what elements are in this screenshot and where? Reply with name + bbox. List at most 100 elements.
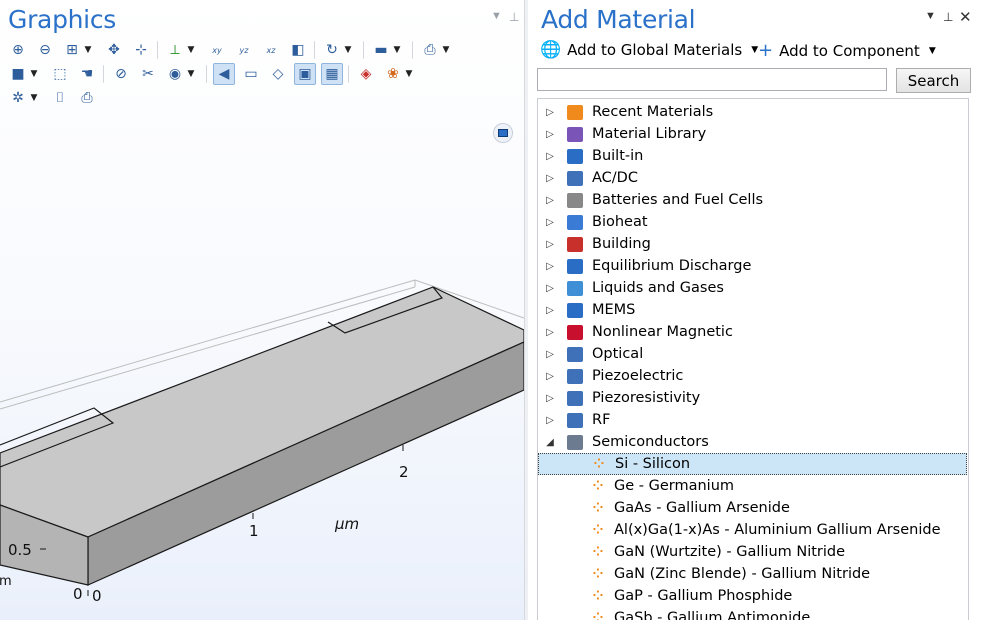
- tree-item[interactable]: ▷ Built-in: [538, 145, 967, 167]
- views-icon[interactable]: ▬: [370, 39, 392, 61]
- axis-orientation-icon[interactable]: ⟂: [164, 39, 186, 61]
- show-icon[interactable]: ◉: [164, 63, 186, 85]
- material-item[interactable]: ⁘ GaN (Zinc Blende) - Gallium Nitride: [538, 563, 967, 585]
- view-xy-icon[interactable]: xy: [206, 39, 228, 61]
- optical-icon: [566, 346, 584, 362]
- add-to-component-button[interactable]: + Add to Component ▼: [758, 40, 936, 61]
- expand-arrow-icon[interactable]: ▷: [542, 371, 558, 382]
- acdc-icon: [566, 170, 584, 186]
- reset-view-icon[interactable]: ↻: [321, 39, 343, 61]
- material-item[interactable]: ⁘ Ge - Germanium: [538, 475, 967, 497]
- tree-item[interactable]: ▷ Nonlinear Magnetic: [538, 321, 967, 343]
- select-mode-icon[interactable]: ■: [7, 63, 29, 85]
- view-yz-icon[interactable]: yz: [233, 39, 255, 61]
- tree-item[interactable]: ▷ Liquids and Gases: [538, 277, 967, 299]
- zoom-out-icon[interactable]: ⊖: [34, 39, 56, 61]
- color-dropdown-arrow[interactable]: ▼: [404, 63, 414, 85]
- graphics-menu-arrow[interactable]: ▼: [491, 10, 502, 22]
- tree-item[interactable]: ▷ Piezoelectric: [538, 365, 967, 387]
- rf-icon: [566, 412, 584, 428]
- zoom-extents-icon[interactable]: ✥: [103, 39, 125, 61]
- graphics-pin-icon[interactable]: ⊥: [509, 10, 519, 24]
- go-to-view-icon[interactable]: ◧: [287, 39, 309, 61]
- tree-item[interactable]: ▷ Equilibrium Discharge: [538, 255, 967, 277]
- tree-item[interactable]: ▷ Recent Materials: [538, 101, 967, 123]
- expand-arrow-icon[interactable]: ▷: [542, 305, 558, 316]
- search-input[interactable]: [537, 68, 887, 91]
- add-material-pin-icon[interactable]: ⊥: [943, 10, 953, 24]
- expand-arrow-icon[interactable]: ▷: [542, 107, 558, 118]
- tree-item[interactable]: ▷ Piezoresistivity: [538, 387, 967, 409]
- material-item[interactable]: ⁘ Si - Silicon: [538, 453, 967, 475]
- zoom-dropdown-arrow[interactable]: ▼: [83, 39, 93, 61]
- expand-arrow-icon[interactable]: ▷: [542, 261, 558, 272]
- select-mode-dropdown-arrow[interactable]: ▼: [29, 63, 39, 85]
- material-item[interactable]: ⁘ GaN (Wurtzite) - Gallium Nitride: [538, 541, 967, 563]
- tree-item[interactable]: ▷ Bioheat: [538, 211, 967, 233]
- expand-arrow-icon[interactable]: ▷: [542, 173, 558, 184]
- print-dropdown-arrow[interactable]: ▼: [441, 39, 451, 61]
- mems-icon: [566, 302, 584, 318]
- views-dropdown-arrow[interactable]: ▼: [392, 39, 402, 61]
- close-icon[interactable]: ✕: [959, 8, 972, 26]
- color-theme-icon[interactable]: ❀: [382, 63, 404, 85]
- select-box-icon[interactable]: ⬚: [49, 63, 71, 85]
- tree-item[interactable]: ▷ AC/DC: [538, 167, 967, 189]
- chevron-down-icon: ▼: [928, 45, 936, 56]
- collapse-arrow-icon[interactable]: ◢: [542, 437, 558, 448]
- zoom-in-icon[interactable]: ⊕: [7, 39, 29, 61]
- tree-item[interactable]: ▷ Building: [538, 233, 967, 255]
- material-item[interactable]: ⁘ GaSb - Gallium Antimonide: [538, 607, 967, 620]
- pane-splitter[interactable]: [524, 0, 528, 620]
- globe-icon: 🌐: [540, 40, 562, 60]
- scene-light-icon[interactable]: ◀: [213, 63, 235, 85]
- y-tick-0-5: 0.5: [8, 541, 32, 559]
- expand-arrow-icon[interactable]: ▷: [542, 349, 558, 360]
- tree-item[interactable]: ▷ RF: [538, 409, 967, 431]
- material-tree[interactable]: ▷ Recent Materials ▷ Material Library ▷ Built…: [537, 98, 969, 620]
- expand-arrow-icon[interactable]: ▷: [542, 195, 558, 206]
- wireframe-icon[interactable]: ◇: [267, 63, 289, 85]
- screenshot-icon[interactable]: ⌷: [49, 87, 71, 109]
- print-options-icon[interactable]: ⎙: [419, 39, 441, 61]
- expand-arrow-icon[interactable]: ▷: [542, 151, 558, 162]
- material-item[interactable]: ⁘ Al(x)Ga(1-x)As - Aluminium Gallium Arse…: [538, 519, 967, 541]
- reset-dropdown-arrow[interactable]: ▼: [343, 39, 353, 61]
- material-icon: ⁘: [592, 500, 604, 516]
- show-dropdown-arrow[interactable]: ▼: [186, 63, 196, 85]
- tree-item[interactable]: ▷ Material Library: [538, 123, 967, 145]
- print-icon[interactable]: ⎙: [76, 87, 98, 109]
- grid-icon[interactable]: ▦: [321, 63, 343, 85]
- tree-item[interactable]: ▷ MEMS: [538, 299, 967, 321]
- expand-arrow-icon[interactable]: ▷: [542, 393, 558, 404]
- expand-arrow-icon[interactable]: ▷: [542, 327, 558, 338]
- orientation-dropdown-arrow[interactable]: ▼: [186, 39, 196, 61]
- material-item[interactable]: ⁘ GaAs - Gallium Arsenide: [538, 497, 967, 519]
- expand-arrow-icon[interactable]: ▷: [542, 415, 558, 426]
- add-material-menu-arrow[interactable]: ▼: [925, 10, 936, 22]
- camera-settings-icon[interactable]: ✲: [7, 87, 29, 109]
- zoom-selected-icon[interactable]: ⊹: [130, 39, 152, 61]
- select-all-icon[interactable]: ☚: [76, 63, 98, 85]
- tree-item[interactable]: ▷ Optical: [538, 343, 967, 365]
- color-legend-icon[interactable]: [493, 123, 513, 143]
- expand-arrow-icon[interactable]: ▷: [542, 239, 558, 250]
- add-to-global-button[interactable]: 🌐 Add to Global Materials ▼: [540, 40, 758, 60]
- view-xz-icon[interactable]: xz: [260, 39, 282, 61]
- build-all-icon[interactable]: ◈: [355, 63, 377, 85]
- transparency-icon[interactable]: ▭: [240, 63, 262, 85]
- expand-arrow-icon[interactable]: ▷: [542, 217, 558, 228]
- render-icon[interactable]: ▣: [294, 63, 316, 85]
- tree-item[interactable]: ▷ Batteries and Fuel Cells: [538, 189, 967, 211]
- material-item[interactable]: ⁘ GaP - Gallium Phosphide: [538, 585, 967, 607]
- hide-selected-icon[interactable]: ✂: [137, 63, 159, 85]
- search-button[interactable]: Search: [896, 68, 971, 93]
- expand-arrow-icon[interactable]: ▷: [542, 129, 558, 140]
- zoom-box-icon[interactable]: ⊞: [61, 39, 83, 61]
- tree-item[interactable]: ◢ Semiconductors: [538, 431, 967, 453]
- camera-dropdown-arrow[interactable]: ▼: [29, 87, 39, 109]
- tree-item-label: Optical: [592, 346, 644, 362]
- hide-icon[interactable]: ⊘: [110, 63, 132, 85]
- expand-arrow-icon[interactable]: ▷: [542, 283, 558, 294]
- material-icon: ⁘: [592, 588, 604, 604]
